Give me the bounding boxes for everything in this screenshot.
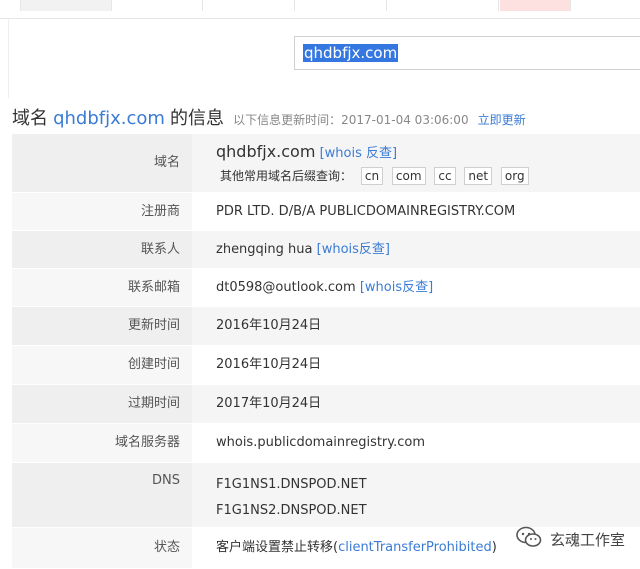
row-label: 联系邮箱 [12,269,192,306]
domain-value: qhdbfjx.com [216,142,316,161]
table-row-dns: DNS F1G1NS1.DNSPOD.NET F1G1NS2.DNSPOD.NE… [12,463,640,528]
contact-value: zhengqing hua [216,242,313,257]
title-prefix: 域名 [12,108,48,129]
row-label: 更新时间 [12,307,192,345]
table-row-expires: 过期时间 2017年10月24日 [12,385,640,424]
table-row-domain: 域名 qhdbfjx.com [whois 反查] 其他常用域名后缀查询： cn… [12,134,640,193]
left-border [0,18,9,98]
row-value: zhengqing hua [whois反查] [192,231,640,268]
row-label: 创建时间 [12,346,192,384]
suffix-button-cc[interactable]: cc [434,167,456,185]
suffix-button-org[interactable]: org [500,167,529,185]
tab[interactable] [204,0,295,11]
table-row-updated: 更新时间 2016年10月24日 [12,307,640,346]
row-label: 域名服务器 [12,424,192,462]
whois-info-table: 域名 qhdbfjx.com [whois 反查] 其他常用域名后缀查询： cn… [12,134,640,569]
whois-reverse-link[interactable]: [whois反查] [317,242,390,257]
refresh-now-link[interactable]: 立即更新 [478,113,526,127]
update-time-note: 以下信息更新时间：2017-01-04 03:06:00 [233,113,469,127]
row-value: qhdbfjx.com [whois 反查] 其他常用域名后缀查询： cn co… [192,134,640,192]
search-input-value[interactable]: qhdbfjx.com [303,44,399,62]
tab-bar [0,0,640,19]
status-suffix: ) [491,540,497,555]
watermark: 玄魂工作室 [516,526,625,552]
row-value: 2017年10月24日 [216,396,322,411]
suffix-button-com[interactable]: com [391,167,426,185]
tab[interactable] [500,0,571,11]
dns-server-2: F1G1NS2.DNSPOD.NET [216,503,367,518]
suffix-button-net[interactable]: net [464,167,493,185]
tab[interactable] [20,0,112,11]
suffix-prompt: 其他常用域名后缀查询： [220,169,353,183]
tab[interactable] [572,0,640,11]
watermark-text: 玄魂工作室 [550,530,626,549]
row-value: whois.publicdomainregistry.com [216,435,426,450]
tab[interactable] [112,0,203,11]
suffix-button-cn[interactable]: cn [360,167,384,185]
domain-search-input[interactable]: qhdbfjx.com [294,36,640,70]
table-row-nameserver: 域名服务器 whois.publicdomainregistry.com [12,424,640,463]
table-row-contact: 联系人 zhengqing hua [whois反查] [12,231,640,269]
wechat-icon [516,526,542,552]
row-label: DNS [12,463,192,527]
row-label: 过期时间 [12,385,192,423]
tab[interactable] [296,0,387,11]
whois-reverse-link[interactable]: [whois反查] [360,280,433,295]
row-value: 2016年10月24日 [216,357,322,372]
title-suffix: 的信息 [170,108,225,129]
row-value: 2016年10月24日 [216,318,322,333]
row-label: 状态 [12,528,192,568]
tab[interactable] [388,0,499,11]
row-label: 域名 [12,134,192,192]
row-value: PDR LTD. D/B/A PUBLICDOMAINREGISTRY.COM [216,204,516,219]
status-code-link[interactable]: clientTransferProhibited [338,540,492,555]
table-row-created: 创建时间 2016年10月24日 [12,346,640,385]
page-title: 域名 qhdbfjx.com 的信息 以下信息更新时间：2017-01-04 0… [12,104,526,130]
whois-reverse-link[interactable]: [whois 反查] [320,146,398,161]
suffix-query: 其他常用域名后缀查询： cn com cc net org [216,167,640,185]
status-prefix: 客户端设置禁止转移( [216,540,339,555]
dns-server-1: F1G1NS1.DNSPOD.NET [216,477,367,492]
email-value: dt0598@outlook.com [216,280,356,295]
row-label: 注册商 [12,193,192,230]
row-label: 联系人 [12,231,192,268]
title-domain: qhdbfjx.com [53,108,165,129]
table-row-email: 联系邮箱 dt0598@outlook.com [whois反查] [12,269,640,307]
row-value: dt0598@outlook.com [whois反查] [192,269,640,306]
row-value: F1G1NS1.DNSPOD.NET F1G1NS2.DNSPOD.NET [192,463,640,527]
table-row-registrar: 注册商 PDR LTD. D/B/A PUBLICDOMAINREGISTRY.… [12,193,640,231]
